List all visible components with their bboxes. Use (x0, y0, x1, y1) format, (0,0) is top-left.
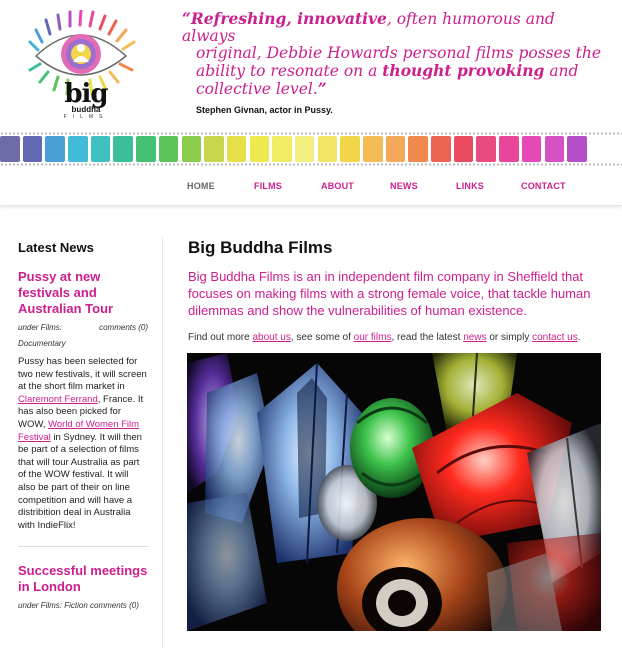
main-content: Big Buddha Films Big Buddha Films is an … (188, 238, 608, 343)
lantern-sculpture-photo (187, 353, 601, 631)
color-block (90, 136, 111, 162)
about-us-link[interactable]: about us (252, 332, 290, 343)
quote-line-3-a: ability to resonate on a (196, 62, 383, 80)
color-block (113, 136, 133, 162)
close-quote-mark: ” (317, 79, 327, 98)
post-meta: under Films: comments (0) (18, 323, 148, 335)
nav-films[interactable]: FILMS (254, 181, 282, 191)
color-block (0, 136, 20, 162)
color-block (363, 136, 383, 162)
news-post: Pussy at new festivals and Australian To… (18, 269, 148, 532)
quote-strong-2: thought provoking (382, 61, 545, 80)
quote-line-3: ability to resonate on a thought provoki… (196, 62, 602, 80)
news-link[interactable]: news (463, 332, 486, 343)
page-title: Big Buddha Films (188, 238, 333, 257)
nav-about[interactable]: ABOUT (321, 181, 354, 191)
post-body: Pussy has been selected for two new fest… (18, 356, 148, 532)
color-block (521, 136, 542, 162)
color-block (136, 136, 156, 162)
post-title-link[interactable]: Successful meetings in London (18, 563, 148, 595)
color-block (249, 136, 270, 162)
strip-dots-bottom (0, 163, 622, 166)
find-text-5: . (577, 332, 581, 343)
color-block (476, 136, 496, 162)
post-category-link[interactable]: Documentary (18, 339, 148, 348)
quote-line-1: “Refreshing, innovative, often humorous … (182, 10, 602, 45)
claremont-ferrand-link[interactable]: Claremont Ferrand (18, 394, 98, 405)
color-block (181, 136, 201, 162)
strip-dots-top (0, 132, 622, 135)
nav-home[interactable]: HOME (187, 181, 215, 191)
color-block (294, 136, 315, 162)
color-blocks (0, 136, 622, 162)
color-block (68, 136, 88, 162)
logo-films-text: FILMS (63, 114, 109, 120)
post-body-text-3: in Sydney. It will then be part of a sel… (18, 431, 142, 531)
sidebar-title: Latest News (18, 240, 94, 255)
color-block (453, 136, 474, 162)
our-films-link[interactable]: our films (354, 332, 392, 343)
color-block (340, 136, 360, 162)
color-block (385, 136, 406, 162)
site-header: big buddha FILMS “Refreshing, innovative… (0, 0, 622, 132)
nav-news[interactable]: NEWS (390, 181, 418, 191)
color-block (567, 136, 587, 162)
color-block (45, 136, 65, 162)
color-block (499, 136, 519, 162)
color-film-strip (0, 132, 622, 168)
nav-links[interactable]: LINKS (456, 181, 484, 191)
lantern-photo-illustration (187, 353, 601, 631)
color-block (204, 136, 224, 162)
main-nav: HOME FILMS ABOUT NEWS LINKS CONTACT (0, 168, 622, 206)
testimonial-quote: “Refreshing, innovative, often humorous … (182, 10, 602, 119)
color-block (158, 136, 179, 162)
find-text-2: , see some of (290, 332, 354, 343)
nav-contact[interactable]: CONTACT (521, 181, 566, 191)
find-text-1: Find out more (188, 332, 253, 343)
quote-line-4-text: collective level. (196, 80, 318, 98)
latest-news-sidebar: Latest News Pussy at new festivals and A… (18, 240, 148, 610)
find-out-more: Find out more about us, see some of our … (188, 332, 608, 343)
post-divider (18, 546, 148, 548)
intro-paragraph: Big Buddha Films is an in independent fi… (188, 269, 591, 318)
color-block (431, 136, 451, 162)
color-block (226, 136, 247, 162)
logo-wordmark[interactable]: big buddha FILMS (56, 79, 116, 120)
post-body-text-1: Pussy has been selected for two new fest… (18, 356, 147, 393)
logo-big-text: big (64, 79, 108, 109)
color-block (544, 136, 564, 162)
color-block (317, 136, 338, 162)
quote-strong-1: Refreshing, innovative (190, 9, 387, 28)
color-block (22, 136, 43, 162)
sidebar-divider-line (162, 238, 163, 648)
open-quote-mark: “ (182, 9, 191, 28)
contact-us-link[interactable]: contact us (532, 332, 578, 343)
news-post: Successful meetings in London under Film… (18, 563, 148, 610)
quote-line-4: collective level.” (196, 80, 602, 98)
post-title-link[interactable]: Pussy at new festivals and Australian To… (18, 269, 148, 317)
post-comments-link[interactable]: comments (0) (99, 323, 148, 332)
color-block (408, 136, 428, 162)
find-text-4: or simply (486, 332, 533, 343)
quote-attribution: Stephen Givnan, actor in Pussy. (196, 105, 333, 115)
post-category-label: under Films: (18, 323, 63, 332)
color-block (272, 136, 292, 162)
quote-line-3-b: and (544, 62, 579, 80)
quote-line-2: original, Debbie Howards personal films … (196, 44, 602, 62)
find-text-3: , read the latest (391, 332, 464, 343)
post-meta: under Films: Fiction comments (0) (18, 601, 139, 611)
